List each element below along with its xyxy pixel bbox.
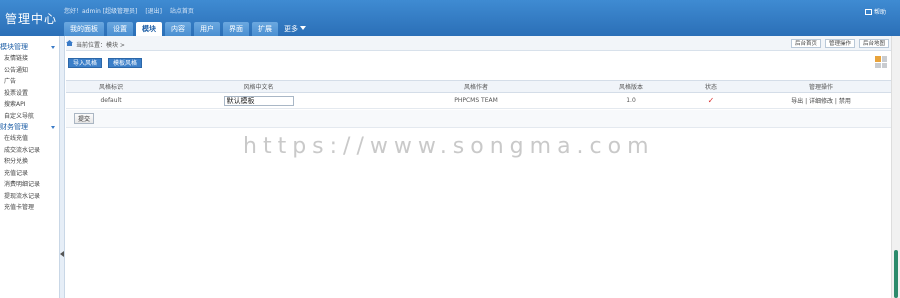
cell-style-id: default [66, 92, 156, 109]
top-header: 管理中心 您好！admin [超级管理员] [退出] 站点首页 帮助 我的面板 … [0, 0, 900, 36]
admin-home-button[interactable]: 后台首页 [790, 39, 821, 48]
cell-style-name [156, 92, 361, 109]
home-icon [66, 40, 73, 46]
tab-modules[interactable]: 模块 [136, 22, 162, 36]
sidebar: 模块管理 友情链接 公告通知 广告 投票设置 搜索API 自定义导航 财务管理 … [0, 36, 60, 298]
collapse-arrow-icon [51, 126, 55, 129]
sidebar-toggle[interactable] [60, 36, 65, 298]
col-style-id: 风格标识 [66, 80, 156, 93]
sidebar-section-modules[interactable]: 模块管理 [0, 42, 59, 53]
chevron-left-icon [60, 251, 64, 257]
col-ops: 管理操作 [751, 80, 891, 93]
submit-row: 提交 [74, 113, 95, 124]
sidebar-section-finance[interactable]: 财务管理 [0, 122, 59, 133]
col-style-name: 风格中文名 [156, 80, 361, 93]
sidebar-item-links[interactable]: 友情链接 [0, 53, 59, 65]
cell-author: PHPCMS TEAM [361, 92, 591, 109]
manage-ops-button[interactable]: 管理操作 [824, 39, 855, 48]
chevron-down-icon [300, 26, 306, 30]
main-content: 当前位置：模块 > 后台首页 管理操作 后台地图 导入风格 模板风格 风格标识 … [66, 36, 891, 298]
watermark-text: https://www.songma.com [243, 134, 655, 159]
col-status: 状态 [671, 80, 751, 93]
template-style-button[interactable]: 模板风格 [108, 58, 143, 68]
site-home-link[interactable]: 站点首页 [170, 8, 194, 15]
sidebar-item-ads[interactable]: 广告 [0, 76, 59, 88]
welcome-text: 您好！admin [超级管理员] [退出] 站点首页 [64, 6, 200, 15]
submit-button[interactable]: 提交 [74, 113, 95, 124]
top-nav-tabs: 我的面板 设置 模块 内容 用户 界面 扩展 更多 [64, 22, 309, 36]
tab-more-label: 更多 [284, 25, 298, 33]
sidebar-item-withdraw[interactable]: 提现流水记录 [0, 191, 59, 203]
sidebar-item-custom-nav[interactable]: 自定义导航 [0, 111, 59, 123]
crumb-actions: 后台首页 管理操作 后台地图 [790, 39, 889, 48]
tab-extensions[interactable]: 扩展 [252, 22, 278, 36]
sidebar-item-announce[interactable]: 公告通知 [0, 65, 59, 77]
scroll-thumb[interactable] [894, 250, 898, 298]
logout-link[interactable]: [退出] [145, 8, 162, 15]
sidebar-item-points[interactable]: 积分兑换 [0, 156, 59, 168]
col-author: 风格作者 [361, 80, 591, 93]
collapse-arrow-icon [51, 46, 55, 49]
breadcrumb: 当前位置：模块 > [76, 42, 125, 49]
sidebar-item-vote[interactable]: 投票设置 [0, 88, 59, 100]
check-icon: ✓ [707, 96, 715, 105]
toolbar: 导入风格 模板风格 [68, 58, 143, 68]
cell-status: ✓ [671, 92, 751, 109]
style-name-input[interactable] [223, 95, 294, 106]
tab-settings[interactable]: 设置 [107, 22, 133, 36]
sidebar-section-label: 财务管理 [0, 123, 28, 131]
tab-more[interactable]: 更多 [281, 22, 309, 36]
welcome-user: 您好！admin [超级管理员] [64, 8, 138, 15]
sidebar-item-recharge[interactable]: 在线充值 [0, 133, 59, 145]
sidebar-item-cards[interactable]: 充值卡管理 [0, 202, 59, 214]
page-scrollbar[interactable] [891, 36, 900, 298]
style-table: 风格标识 风格中文名 风格作者 风格版本 状态 管理操作 default PHP… [66, 80, 891, 109]
help-link[interactable]: 帮助 [864, 7, 886, 16]
tab-content[interactable]: 内容 [165, 22, 191, 36]
sidebar-item-recharge-records[interactable]: 充值记录 [0, 168, 59, 180]
col-version: 风格版本 [591, 80, 671, 93]
sidebar-item-spend-details[interactable]: 消费明细记录 [0, 179, 59, 191]
cell-ops: 导出 | 详细修改 | 禁用 [751, 92, 891, 109]
sidebar-item-deal-records[interactable]: 成交流水记录 [0, 145, 59, 157]
import-style-button[interactable]: 导入风格 [68, 58, 103, 68]
cell-version: 1.0 [591, 92, 671, 109]
sidebar-item-search-api[interactable]: 搜索API [0, 99, 59, 111]
tab-my-panel[interactable]: 我的面板 [64, 22, 104, 36]
admin-map-button[interactable]: 后台地图 [858, 39, 889, 48]
tab-interface[interactable]: 界面 [223, 22, 249, 36]
app-logo: 管理中心 [5, 12, 58, 26]
row-actions[interactable]: 导出 | 详细修改 | 禁用 [791, 98, 851, 105]
breadcrumb-bar: 当前位置：模块 > 后台首页 管理操作 后台地图 [66, 36, 891, 51]
tab-users[interactable]: 用户 [194, 22, 220, 36]
grid-view-icon[interactable] [875, 56, 887, 68]
table-row: default PHPCMS TEAM 1.0 ✓ 导出 | 详细修改 | 禁用 [66, 92, 891, 109]
submit-strip [66, 110, 891, 128]
monitor-icon [864, 9, 872, 15]
sidebar-section-label: 模块管理 [0, 43, 28, 51]
help-label: 帮助 [873, 9, 886, 16]
